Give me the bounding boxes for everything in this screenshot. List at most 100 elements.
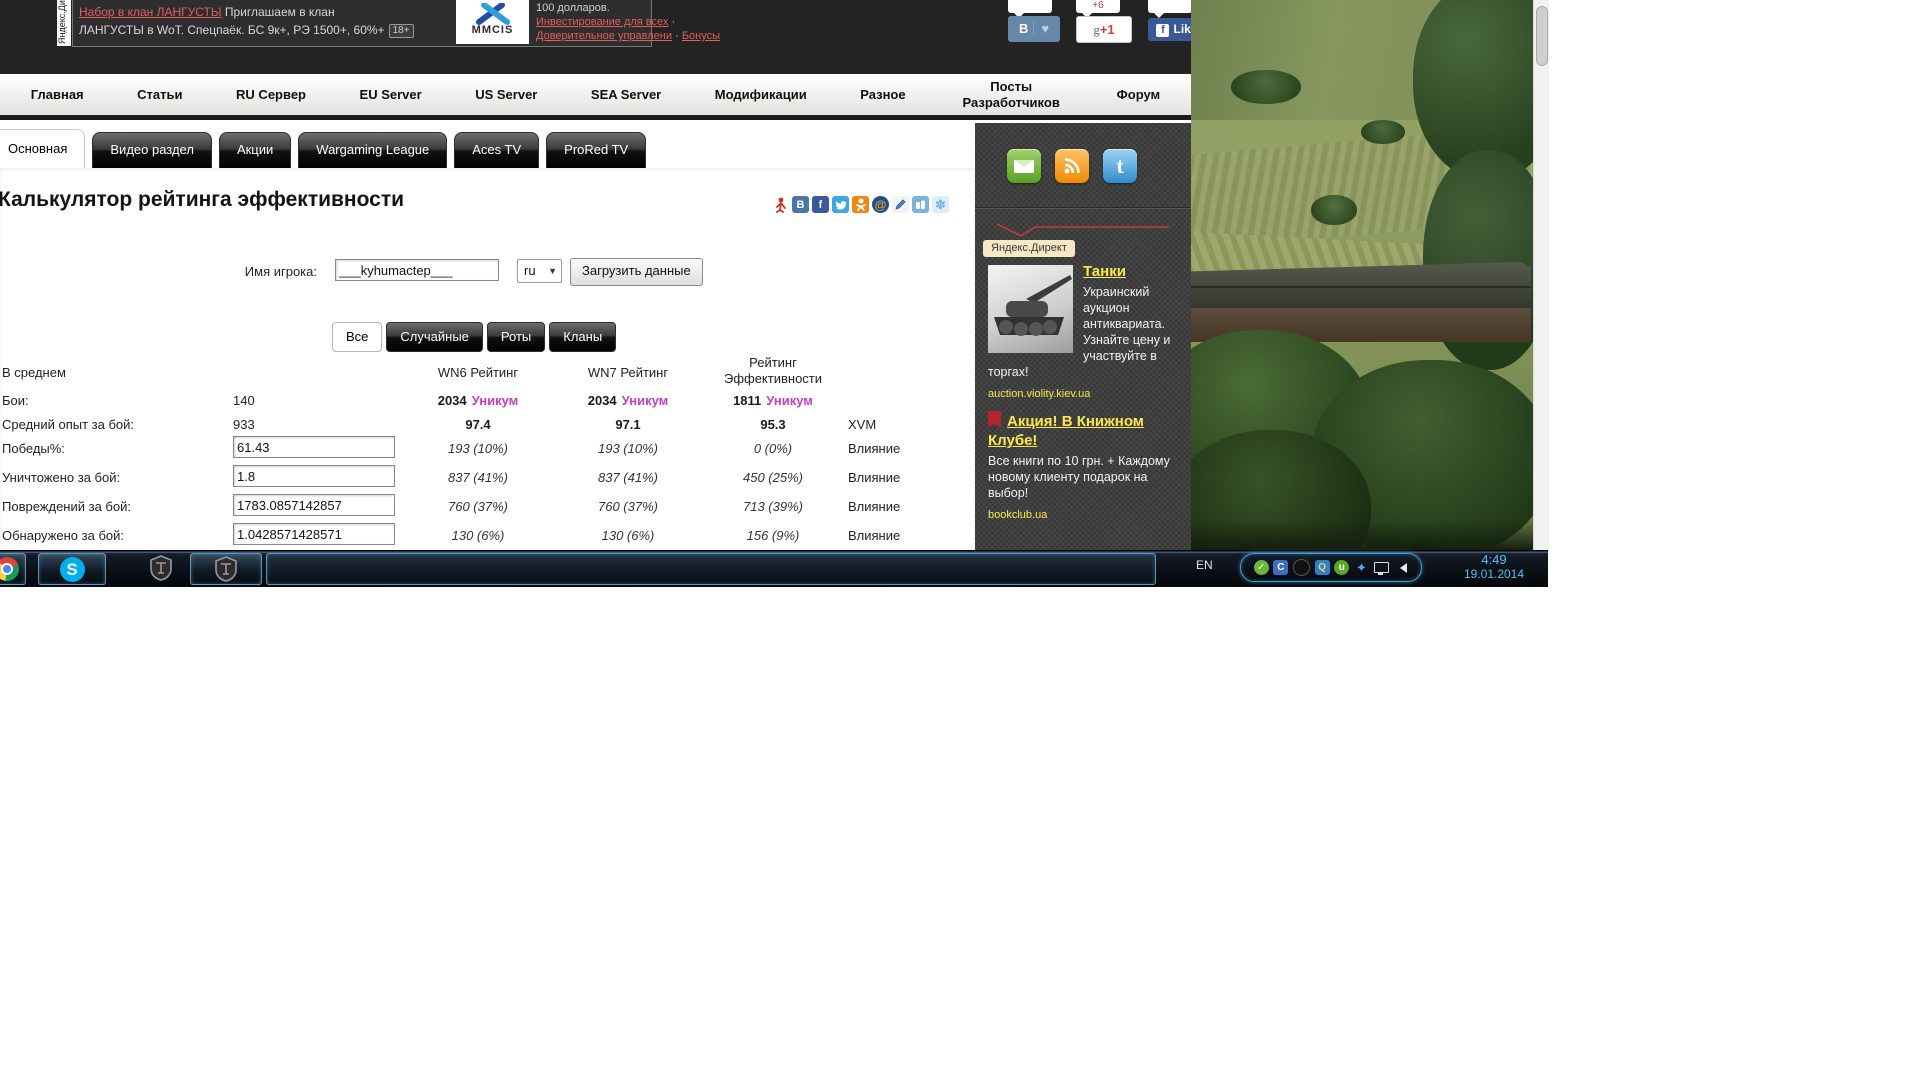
filter-companies[interactable]: Роты [487,322,545,352]
tab-promos[interactable]: Акции [219,132,291,168]
taskbar-wot-icon[interactable] [140,553,182,583]
col-header-wn6: WN6 Рейтинг [413,365,543,380]
nav-item-us-server[interactable]: US Server [475,87,537,102]
mmcis-logo[interactable]: MMCIS [456,0,529,44]
region-select[interactable]: ru ▼ [517,259,562,283]
odnoklassniki-share-icon[interactable] [852,196,869,213]
tank-photo[interactable] [988,265,1073,353]
tab-main[interactable]: Основная [0,129,85,168]
vk-counter-bubble [1008,0,1052,13]
damage-input[interactable] [233,494,395,516]
col-header-re: Рейтинг Эффективности [708,355,838,387]
ad-tanks-title-link[interactable]: Танки [1083,263,1126,280]
player-name-input[interactable] [335,259,499,281]
search-app-tray-icon[interactable]: Q [1315,560,1330,575]
row-value: 140 [233,393,255,408]
spotted-input[interactable] [233,523,395,545]
volume-icon[interactable] [1395,563,1407,573]
skype-icon: S [60,557,85,582]
nav-item-forum[interactable]: Форум [1117,87,1160,102]
mmcis-link-bonus[interactable]: Бонусы [682,30,720,42]
ad-bookclub-url[interactable]: bookclub.ua [988,506,1182,521]
taskbar-chrome-button[interactable] [0,553,26,585]
nav-item-dev-posts[interactable]: Посты Разработчиков [959,79,1063,110]
age-badge: 18+ [389,24,414,38]
frags-input[interactable] [233,465,395,487]
system-tray[interactable]: ✓ C Q u ✦ [1240,553,1422,582]
facebook-f-icon: f [1156,24,1169,37]
nav-item-mods[interactable]: Модификации [715,87,807,102]
nav-item-articles[interactable]: Статьи [137,87,182,102]
mmcis-line1: 100 долларов. [536,1,720,15]
page-title: Калькулятор рейтинга эффективности [0,188,404,212]
influence-link[interactable]: Влияние [848,441,940,456]
wn7-value: 837 (41%) [563,470,693,485]
nav-item-home[interactable]: Главная [31,87,84,102]
vk-letter: В [1019,21,1028,36]
browser-scrollbar[interactable] [1533,0,1549,550]
ad-bookclub: Акция! В Книжном Клубе! Все книги по 10 … [988,411,1182,521]
mmcis-link-trust[interactable]: Доверительное управлени [536,30,672,42]
gplus-counter-bubble: +6 [1076,0,1120,13]
yandex-person-icon[interactable] [772,196,789,213]
mmcis-link-invest[interactable]: Инвестирование для всех [536,16,668,28]
liveinternet-share-icon[interactable] [912,196,929,213]
vk-like-button[interactable]: В♥ [1008,16,1060,42]
tab-wargaming-league[interactable]: Wargaming League [298,132,447,168]
vk-share-icon[interactable]: В [792,196,809,213]
clan-ad-headline-link[interactable]: Набор в клан ЛАНГУСТЫ [79,5,222,19]
nav-item-sea-server[interactable]: SEA Server [591,87,661,102]
taskbar-window-button[interactable] [266,553,1156,585]
filter-random[interactable]: Случайные [386,322,483,352]
utorrent-tray-icon[interactable]: u [1334,560,1349,575]
ad-tanks-url[interactable]: auction.violity.kiev.ua [988,385,1182,400]
clock-date: 19.01.2014 [1448,567,1540,582]
livejournal-pencil-icon[interactable] [892,196,909,213]
facebook-share-icon[interactable]: f [812,196,829,213]
mail-subscribe-icon[interactable] [1007,149,1041,183]
tab-video[interactable]: Видео раздел [92,132,212,168]
gplus-button[interactable]: g+1 [1076,16,1132,43]
sep-dot: · [675,30,679,42]
re-value: 0 (0%) [708,441,838,456]
wins-percent-input[interactable] [233,436,395,458]
bush [1231,70,1301,104]
taskbar-wot-window-button[interactable] [190,553,262,585]
tab-prored-tv[interactable]: ProRed TV [546,132,646,168]
wn7-rank: Уникум [622,393,669,408]
twitter-share-icon[interactable] [832,196,849,213]
social-widget-row: +6 В♥ g+1 fLike [1008,0,1208,46]
section-tabs: Основная Видео раздел Акции Wargaming Le… [0,130,653,168]
language-indicator[interactable]: EN [1196,558,1213,572]
nav-item-ru-server[interactable]: RU Сервер [236,87,306,102]
comodo-tray-icon[interactable]: C [1273,560,1288,575]
wn7-value: 97.1 [563,417,693,432]
influence-link[interactable]: Влияние [848,470,940,485]
mailru-share-icon[interactable]: @ [872,196,889,213]
yandex-direct-tag[interactable]: Яндекс.Директ [983,240,1075,257]
nav-item-misc[interactable]: Разное [860,87,905,102]
yandex-direct-vertical-text: Яндекс.Ди [57,0,67,44]
twitter-icon[interactable]: t [1103,149,1137,183]
taskbar-clock[interactable]: 4:49 19.01.2014 [1448,552,1540,582]
influence-link[interactable]: Влияние [848,528,940,543]
filter-all[interactable]: Все [332,322,382,352]
wot-shield-icon [215,556,237,582]
share-flower-icon[interactable]: ✽ [932,196,949,213]
nav-item-eu-server[interactable]: EU Server [360,87,422,102]
network-status-tray-icon[interactable]: ✦ [1354,560,1369,575]
ad-bookclub-title-link[interactable]: Акция! В Книжном Клубе! [988,413,1144,449]
scrollbar-thumb[interactable] [1536,6,1548,66]
dark-app-tray-icon[interactable] [1293,559,1310,576]
re-rating: 1811Уникум [708,393,838,408]
tab-aces-tv[interactable]: Aces TV [454,132,539,168]
load-data-button[interactable]: Загрузить данные [570,258,703,286]
influence-link[interactable]: Влияние [848,499,940,514]
rss-icon[interactable] [1055,149,1089,183]
share-icons-row: В f @ ✽ [772,196,949,213]
taskbar-skype-button[interactable]: S [38,553,106,585]
filter-clans[interactable]: Кланы [549,322,616,352]
player-name-label: Имя игрока: [233,264,317,279]
antivirus-tray-icon[interactable]: ✓ [1254,560,1269,575]
network-monitor-icon[interactable] [1374,562,1389,573]
